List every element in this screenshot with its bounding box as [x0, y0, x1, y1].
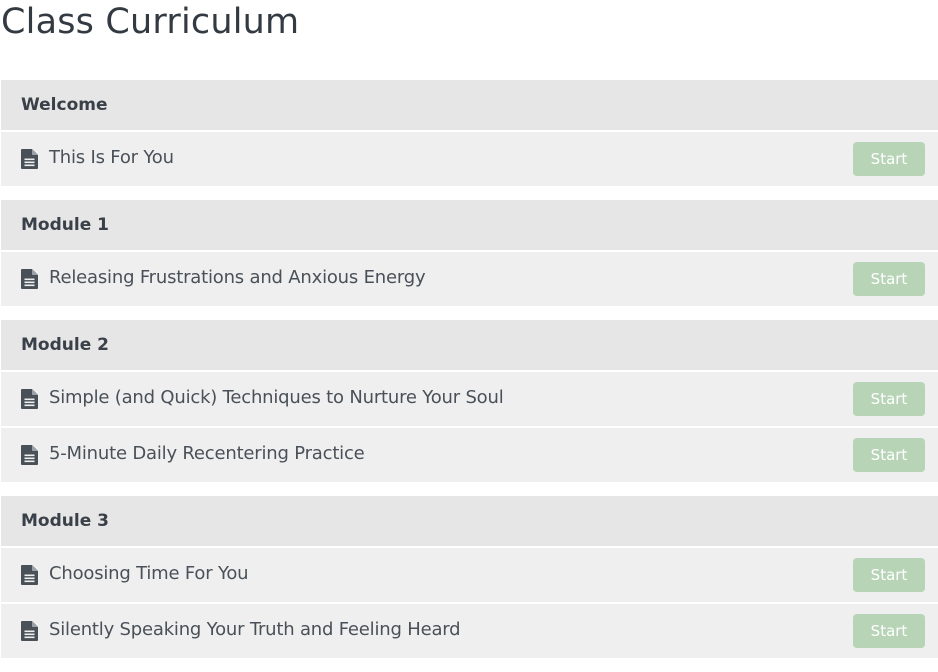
- start-button[interactable]: Start: [853, 558, 925, 592]
- lecture-title[interactable]: Choosing Time For You: [49, 563, 249, 584]
- lecture-title[interactable]: This Is For You: [49, 147, 174, 168]
- start-button[interactable]: Start: [853, 438, 925, 472]
- lecture-item[interactable]: Silently Speaking Your Truth and Feeling…: [1, 602, 938, 658]
- document-icon: [21, 269, 38, 289]
- document-icon: [21, 389, 38, 409]
- start-button[interactable]: Start: [853, 614, 925, 648]
- start-button[interactable]: Start: [853, 382, 925, 416]
- section-header: Module 1: [1, 200, 938, 250]
- lecture-item[interactable]: This Is For You Start: [1, 130, 938, 186]
- lecture-title[interactable]: Releasing Frustrations and Anxious Energ…: [49, 267, 426, 288]
- lecture-item[interactable]: Simple (and Quick) Techniques to Nurture…: [1, 370, 938, 426]
- start-button[interactable]: Start: [853, 142, 925, 176]
- document-icon: [21, 149, 38, 169]
- document-icon: [21, 445, 38, 465]
- document-icon: [21, 621, 38, 641]
- start-button[interactable]: Start: [853, 262, 925, 296]
- section-header: Module 2: [1, 320, 938, 370]
- section-title: Module 1: [21, 215, 109, 235]
- lecture-title[interactable]: 5-Minute Daily Recentering Practice: [49, 443, 365, 464]
- section-title: Module 2: [21, 335, 109, 355]
- lecture-item[interactable]: Releasing Frustrations and Anxious Energ…: [1, 250, 938, 306]
- section-title: Welcome: [21, 95, 108, 115]
- section-header: Welcome: [1, 80, 938, 130]
- document-icon: [21, 565, 38, 585]
- curriculum-section: Welcome This Is For You Start: [1, 80, 938, 186]
- curriculum-section: Module 2 Simple (and Quick) Techniques t…: [1, 320, 938, 482]
- curriculum-section: Module 1 Releasing Frustrations and Anxi…: [1, 200, 938, 306]
- lecture-title[interactable]: Simple (and Quick) Techniques to Nurture…: [49, 387, 504, 408]
- section-header: Module 3: [1, 496, 938, 546]
- lecture-item[interactable]: Choosing Time For You Start: [1, 546, 938, 602]
- lecture-item[interactable]: 5-Minute Daily Recentering Practice Star…: [1, 426, 938, 482]
- section-title: Module 3: [21, 511, 109, 531]
- lecture-title[interactable]: Silently Speaking Your Truth and Feeling…: [49, 619, 461, 640]
- curriculum-section: Module 3 Choosing Time For You Start Sil…: [1, 496, 938, 658]
- curriculum-list: Welcome This Is For You Start Module 1 R…: [1, 80, 938, 672]
- page-title: Class Curriculum: [1, 2, 300, 42]
